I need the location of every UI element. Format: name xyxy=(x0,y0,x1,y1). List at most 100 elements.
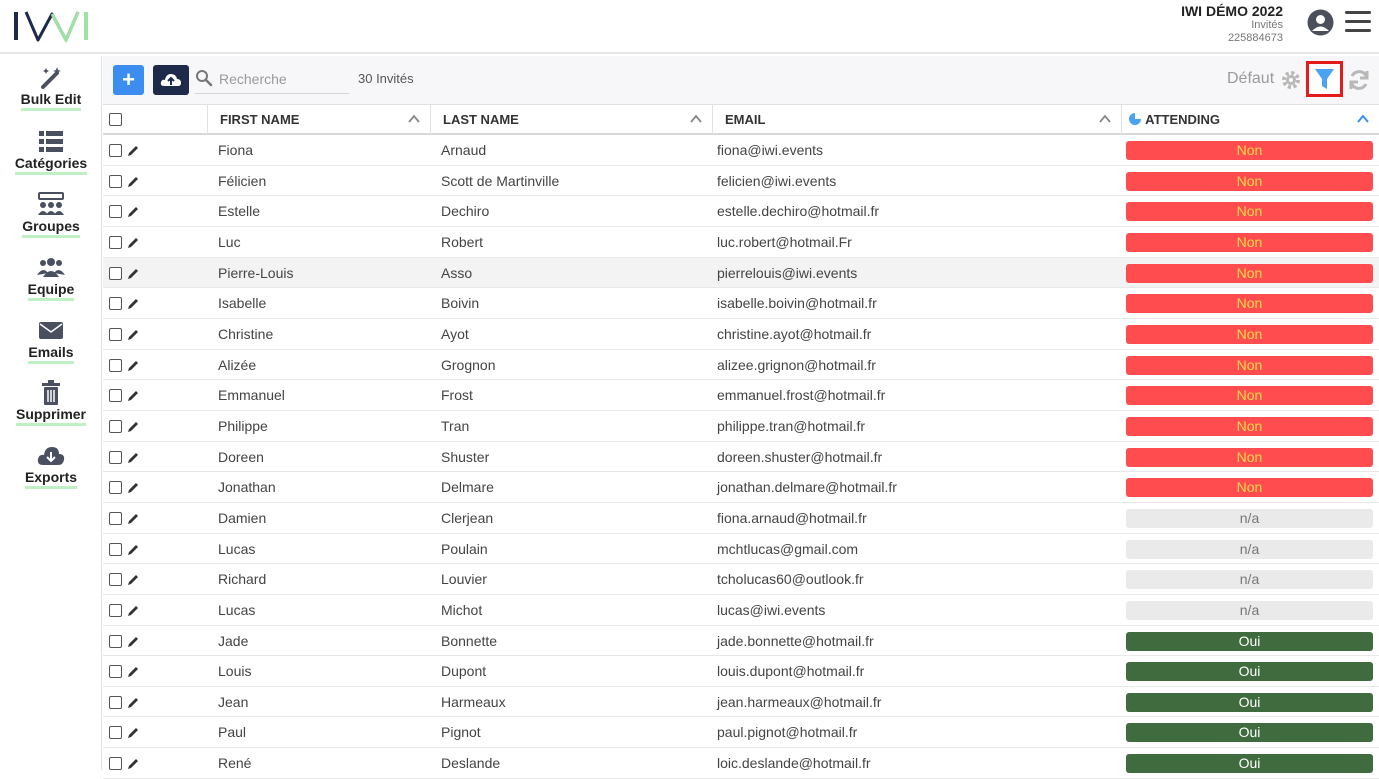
row-checkbox[interactable] xyxy=(109,389,122,403)
upload-button[interactable] xyxy=(153,65,189,95)
attending-status-badge[interactable]: Non xyxy=(1126,202,1373,222)
pencil-icon[interactable] xyxy=(126,512,140,526)
pencil-icon[interactable] xyxy=(126,757,140,771)
pencil-icon[interactable] xyxy=(126,359,140,373)
pencil-icon[interactable] xyxy=(126,297,140,311)
row-checkbox[interactable] xyxy=(109,144,122,157)
row-checkbox[interactable] xyxy=(109,297,122,311)
pencil-icon[interactable] xyxy=(126,451,140,465)
add-guest-button[interactable]: + xyxy=(113,65,144,95)
attending-status-badge[interactable]: n/a xyxy=(1126,508,1373,528)
pencil-icon[interactable] xyxy=(126,573,140,587)
row-checkbox[interactable] xyxy=(109,266,122,280)
table-row[interactable]: Pierre-Louis Asso pierrelouis@iwi.events No… xyxy=(103,257,1379,289)
sidebar-item-equipe[interactable]: Equipe xyxy=(0,255,102,301)
row-checkbox[interactable] xyxy=(109,634,122,648)
table-row[interactable]: Alizée Grognon alizee.grignon@hotmail.fr No… xyxy=(103,350,1379,381)
row-checkbox[interactable] xyxy=(109,174,122,188)
table-row[interactable]: Doreen Shuster doreen.shuster@hotmail.fr No… xyxy=(103,442,1379,473)
attending-status-badge[interactable]: Non xyxy=(1126,324,1373,344)
table-row[interactable]: Isabelle Boivin isabelle.boivin@hotmail.fr… xyxy=(103,288,1379,319)
sidebar-item-emails[interactable]: Emails xyxy=(0,318,102,364)
view-selector[interactable]: Défaut xyxy=(1227,70,1274,88)
column-header-last-name[interactable]: LAST NAME xyxy=(430,105,712,134)
pencil-icon[interactable] xyxy=(126,481,140,495)
attending-status-badge[interactable]: n/a xyxy=(1126,570,1373,590)
column-header-first-name[interactable]: FIRST NAME xyxy=(207,105,430,134)
pencil-icon[interactable] xyxy=(126,389,140,403)
attending-status-badge[interactable]: Non xyxy=(1126,447,1373,467)
pencil-icon[interactable] xyxy=(126,543,140,557)
table-row[interactable]: Philippe Tran philippe.tran@hotmail.fr Non xyxy=(103,411,1379,442)
attending-status-badge[interactable]: Non xyxy=(1126,232,1373,252)
attending-status-badge[interactable]: Oui xyxy=(1126,754,1373,774)
table-row[interactable]: Jonathan Delmare jonathan.delmare@hotmail.… xyxy=(103,472,1379,503)
sort-chevron-icon[interactable] xyxy=(690,114,702,124)
table-row[interactable]: Jean Harmeaux jean.harmeaux@hotmail.fr Oui xyxy=(103,687,1379,718)
row-checkbox[interactable] xyxy=(109,603,122,617)
table-row[interactable]: Félicien Scott de Martinville felicien@iwi… xyxy=(103,166,1379,197)
sidebar-item-supprimer[interactable]: Supprimer xyxy=(0,380,102,426)
column-header-attending[interactable]: ATTENDING xyxy=(1121,105,1379,134)
attending-status-badge[interactable]: Non xyxy=(1126,386,1373,406)
sort-chevron-icon[interactable] xyxy=(408,114,420,124)
table-row[interactable]: Damien Clerjean fiona.arnaud@hotmail.fr n/a xyxy=(103,503,1379,534)
row-checkbox[interactable] xyxy=(109,542,122,556)
pencil-icon[interactable] xyxy=(126,267,140,281)
table-row[interactable]: Emmanuel Frost emmanuel.frost@hotmail.fr No… xyxy=(103,380,1379,411)
table-row[interactable]: Paul Pignot paul.pignot@hotmail.fr Oui xyxy=(103,717,1379,749)
sidebar-item-bulk-edit[interactable]: Bulk Edit xyxy=(0,65,102,111)
attending-status-badge[interactable]: Non xyxy=(1126,263,1373,283)
attending-status-badge[interactable]: Oui xyxy=(1126,631,1373,651)
attending-status-badge[interactable]: Non xyxy=(1126,294,1373,314)
table-row[interactable]: René Deslande loic.deslande@hotmail.fr Oui xyxy=(103,748,1379,779)
table-row[interactable]: Jade Bonnette jade.bonnette@hotmail.fr Oui xyxy=(103,626,1379,657)
hamburger-menu-icon[interactable] xyxy=(1345,11,1371,33)
table-row[interactable]: Fiona Arnaud fiona@iwi.events Non xyxy=(103,135,1379,166)
attending-status-badge[interactable]: Non xyxy=(1126,355,1373,375)
user-avatar-icon[interactable] xyxy=(1307,9,1334,36)
pencil-icon[interactable] xyxy=(126,328,140,342)
pencil-icon[interactable] xyxy=(126,635,140,649)
gear-icon[interactable] xyxy=(1280,69,1302,91)
pencil-icon[interactable] xyxy=(126,144,140,158)
pencil-icon[interactable] xyxy=(126,726,140,740)
pencil-icon[interactable] xyxy=(126,205,140,219)
table-row[interactable]: Lucas Michot lucas@iwi.events n/a xyxy=(103,595,1379,626)
sidebar-item-exports[interactable]: Exports xyxy=(0,443,102,489)
row-checkbox[interactable] xyxy=(109,726,122,740)
sidebar-item-categories[interactable]: Catégories xyxy=(0,129,102,175)
row-checkbox[interactable] xyxy=(109,665,122,679)
attending-status-badge[interactable]: n/a xyxy=(1126,600,1373,620)
pencil-icon[interactable] xyxy=(126,175,140,189)
column-header-email[interactable]: EMAIL xyxy=(712,105,1121,134)
row-checkbox[interactable] xyxy=(109,511,122,525)
table-row[interactable]: Richard Louvier tcholucas60@outlook.fr n/a xyxy=(103,564,1379,595)
row-checkbox[interactable] xyxy=(109,358,122,372)
attending-status-badge[interactable]: n/a xyxy=(1126,539,1373,559)
table-row[interactable]: Lucas Poulain mchtlucas@gmail.com n/a xyxy=(103,534,1379,565)
row-checkbox[interactable] xyxy=(109,419,122,433)
pencil-icon[interactable] xyxy=(126,665,140,679)
table-row[interactable]: Christine Ayot christine.ayot@hotmail.fr No… xyxy=(103,319,1379,350)
row-checkbox[interactable] xyxy=(109,327,122,341)
row-checkbox[interactable] xyxy=(109,695,122,709)
select-all-checkbox[interactable] xyxy=(109,113,122,126)
table-row[interactable]: Louis Dupont louis.dupont@hotmail.fr Oui xyxy=(103,656,1379,687)
attending-status-badge[interactable]: Non xyxy=(1126,141,1373,160)
attending-status-badge[interactable]: Oui xyxy=(1126,692,1373,712)
table-row[interactable]: Luc Robert luc.robert@hotmail.Fr Non xyxy=(103,227,1379,258)
row-checkbox[interactable] xyxy=(109,757,122,771)
row-checkbox[interactable] xyxy=(109,450,122,464)
row-checkbox[interactable] xyxy=(109,573,122,587)
attending-status-badge[interactable]: Non xyxy=(1126,171,1373,191)
pencil-icon[interactable] xyxy=(126,236,140,250)
sort-chevron-icon[interactable] xyxy=(1357,114,1369,124)
pencil-icon[interactable] xyxy=(126,696,140,710)
row-checkbox[interactable] xyxy=(109,205,122,219)
sort-chevron-icon[interactable] xyxy=(1099,114,1111,124)
table-row[interactable]: Estelle Dechiro estelle.dechiro@hotmail.fr… xyxy=(103,196,1379,227)
attending-status-badge[interactable]: Non xyxy=(1126,416,1373,436)
iwi-logo[interactable] xyxy=(12,8,92,44)
attending-status-badge[interactable]: Oui xyxy=(1126,662,1373,682)
